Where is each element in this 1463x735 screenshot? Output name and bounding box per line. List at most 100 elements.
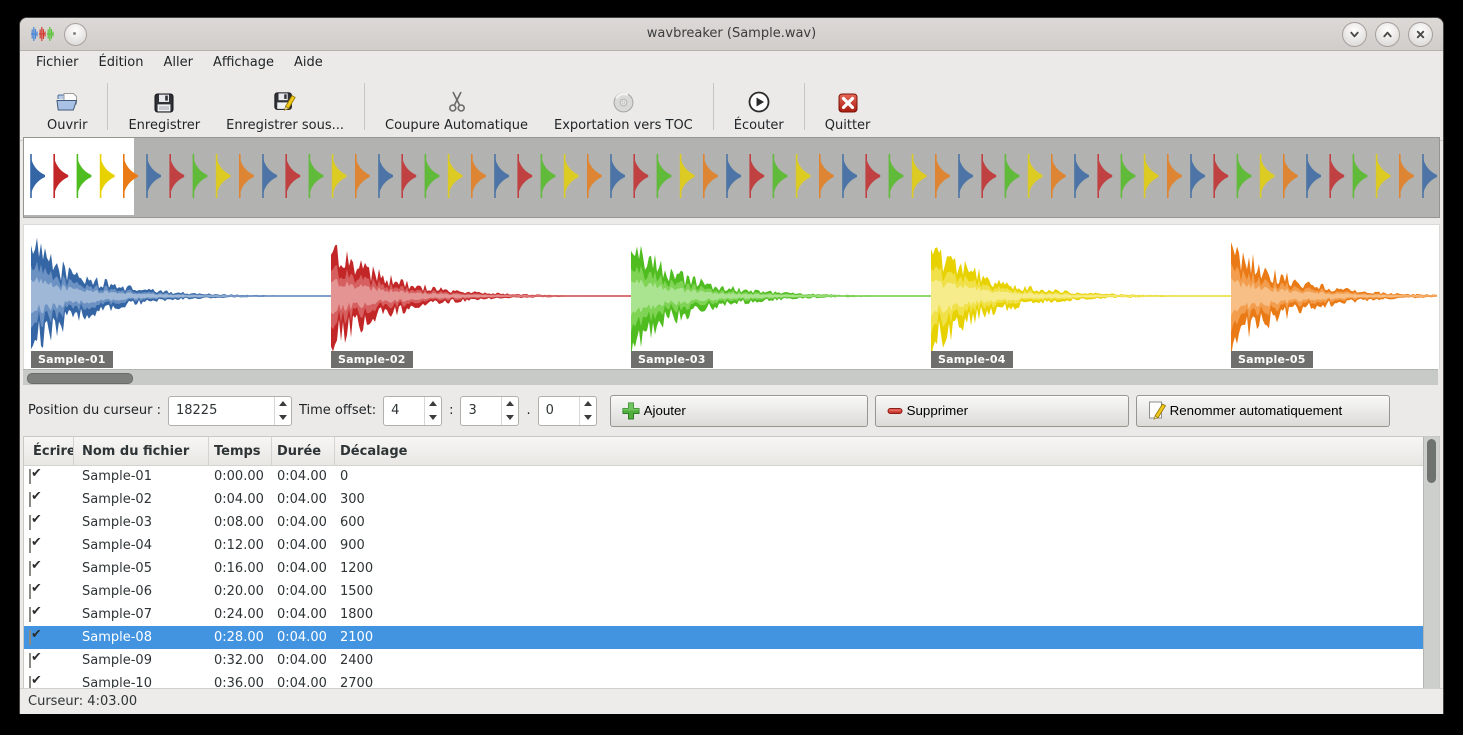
spin-down-button[interactable]	[275, 411, 291, 425]
delete-button-label: Supprimer	[906, 403, 969, 418]
spin-up-button[interactable]	[580, 397, 596, 411]
wave-segment-label: Sample-01	[31, 351, 113, 368]
spin-down-button[interactable]	[580, 411, 596, 425]
waveform-hscrollbar[interactable]	[23, 369, 1438, 385]
spin-down-button[interactable]	[502, 411, 518, 425]
file-name-cell: Sample-10	[82, 676, 152, 688]
write-checkbox[interactable]: ✔	[29, 469, 42, 484]
open-folder-icon	[55, 87, 80, 114]
check-icon: ✔	[31, 515, 42, 527]
toolbar-label: Exportation vers TOC	[554, 118, 693, 133]
auto-rename-button[interactable]: Renommer automatiquement	[1135, 394, 1390, 427]
spin-up-button[interactable]	[275, 397, 291, 411]
add-button[interactable]: Ajouter	[609, 394, 868, 427]
offset-cell: 300	[340, 492, 365, 507]
quit-icon	[837, 87, 859, 114]
write-cell: ✔	[24, 676, 74, 688]
spin-up-button[interactable]	[425, 397, 441, 411]
toolbar-ecouter[interactable]: Écouter	[721, 77, 797, 140]
time-offset-seconds-value: 3	[468, 403, 477, 418]
menu-item-aide[interactable]: Aide	[284, 53, 333, 72]
time-offset-subseconds-value: 0	[545, 403, 554, 418]
column-header-ecrire[interactable]: Écrire	[24, 437, 74, 465]
controls-row: Position du curseur : 18225 Time offset:…	[20, 385, 1443, 436]
table-row-sample-05[interactable]: ✔ Sample-05 0:16.00 0:04.00 1200	[24, 557, 1424, 580]
menubar: Fichier Édition Aller Affichage Aide	[20, 51, 1443, 73]
write-checkbox[interactable]: ✔	[29, 653, 42, 668]
statusbar: Curseur: 4:03.00	[20, 688, 1443, 714]
menu-item-fichier[interactable]: Fichier	[26, 53, 89, 72]
time-cell: 0:36.00	[214, 676, 264, 688]
table-row-sample-08[interactable]: ✔ Sample-08 0:28.00 0:04.00 2100	[24, 626, 1424, 649]
table-row-sample-02[interactable]: ✔ Sample-02 0:04.00 0:04.00 300	[24, 488, 1424, 511]
maximize-button[interactable]	[1375, 22, 1400, 47]
duration-cell: 0:04.00	[277, 676, 327, 688]
pencil-icon	[1147, 400, 1167, 422]
column-header-duree[interactable]: Durée	[272, 437, 335, 465]
write-checkbox[interactable]: ✔	[29, 607, 42, 622]
minus-icon	[886, 402, 904, 420]
window-title: wavbreaker (Sample.wav)	[646, 26, 817, 41]
check-icon: ✔	[31, 630, 42, 642]
column-header-nom-du-fichier[interactable]: Nom du fichier	[74, 437, 209, 465]
time-offset-seconds-spinbox[interactable]: 3	[460, 395, 520, 426]
spin-down-button[interactable]	[425, 411, 441, 425]
time-offset-minutes-spinbox[interactable]: 4	[383, 395, 443, 426]
toolbar-exportation-vers-toc[interactable]: Exportation vers TOC	[541, 77, 706, 140]
toolbar-quitter[interactable]: Quitter	[812, 77, 884, 140]
write-checkbox[interactable]: ✔	[29, 630, 42, 645]
spin-up-button[interactable]	[502, 397, 518, 411]
column-header-decalage[interactable]: Décalage	[335, 437, 1439, 465]
waveform-main-view[interactable]: Sample-01 Sample-02 Sample-03 Sample-04 Samp…	[23, 224, 1440, 369]
toolbar-coupure-automatique[interactable]: Coupure Automatique	[372, 77, 541, 140]
write-checkbox[interactable]: ✔	[29, 561, 42, 576]
write-checkbox[interactable]: ✔	[29, 492, 42, 507]
write-checkbox[interactable]: ✔	[29, 676, 42, 688]
time-offset-separator: .	[526, 403, 531, 418]
table-row-sample-10[interactable]: ✔ Sample-10 0:36.00 0:04.00 2700	[24, 672, 1424, 688]
time-cell: 0:24.00	[214, 607, 264, 622]
close-button[interactable]	[1408, 22, 1433, 47]
table-row-sample-07[interactable]: ✔ Sample-07 0:24.00 0:04.00 1800	[24, 603, 1424, 626]
duration-cell: 0:04.00	[277, 561, 327, 576]
play-icon	[747, 87, 771, 114]
time-cell: 0:00.00	[214, 469, 264, 484]
write-checkbox[interactable]: ✔	[29, 538, 42, 553]
cursor-position-label: Position du curseur :	[28, 403, 161, 418]
toolbar-separator	[712, 83, 714, 130]
menu-item-edition[interactable]: Édition	[89, 53, 154, 72]
check-icon: ✔	[31, 561, 42, 573]
write-checkbox[interactable]: ✔	[29, 515, 42, 530]
time-cell: 0:08.00	[214, 515, 264, 530]
table-row-sample-03[interactable]: ✔ Sample-03 0:08.00 0:04.00 600	[24, 511, 1424, 534]
cursor-position-spinbox[interactable]: 18225	[167, 395, 292, 426]
table-vscrollbar[interactable]	[1423, 437, 1439, 688]
menu-item-affichage[interactable]: Affichage	[203, 53, 284, 72]
minimize-button[interactable]	[1342, 22, 1367, 47]
titlebar[interactable]: wavbreaker (Sample.wav)	[20, 18, 1443, 51]
time-cell: 0:20.00	[214, 584, 264, 599]
toolbar-enregistrer[interactable]: Enregistrer	[115, 77, 213, 140]
menu-item-aller[interactable]: Aller	[153, 53, 202, 72]
write-checkbox[interactable]: ✔	[29, 584, 42, 599]
table-row-sample-06[interactable]: ✔ Sample-06 0:20.00 0:04.00 1500	[24, 580, 1424, 603]
app-window: wavbreaker (Sample.wav) Fichier Édition Al…	[20, 18, 1443, 714]
hscrollbar-thumb[interactable]	[27, 373, 133, 384]
table-row-sample-04[interactable]: ✔ Sample-04 0:12.00 0:04.00 900	[24, 534, 1424, 557]
toolbar-ouvrir[interactable]: Ouvrir	[34, 77, 100, 140]
file-name-cell: Sample-03	[82, 515, 152, 530]
vscrollbar-thumb[interactable]	[1427, 439, 1436, 483]
toolbar-enregistrer-sous[interactable]: Enregistrer sous...	[213, 77, 357, 140]
time-offset-separator: :	[449, 403, 454, 418]
cursor-position-value: 18225	[175, 403, 218, 418]
delete-button[interactable]: Supprimer	[874, 394, 1129, 427]
table-row-sample-09[interactable]: ✔ Sample-09 0:32.00 0:04.00 2400	[24, 649, 1424, 672]
table-row-sample-01[interactable]: ✔ Sample-01 0:00.00 0:04.00 0	[24, 465, 1424, 488]
save-as-icon	[273, 87, 297, 114]
column-header-temps[interactable]: Temps	[209, 437, 272, 465]
time-cell: 0:28.00	[214, 630, 264, 645]
offset-cell: 2400	[340, 653, 374, 668]
waveform-overview[interactable]	[23, 137, 1440, 218]
time-offset-subseconds-spinbox[interactable]: 0	[537, 395, 597, 426]
wave-segment-label: Sample-02	[331, 351, 413, 368]
